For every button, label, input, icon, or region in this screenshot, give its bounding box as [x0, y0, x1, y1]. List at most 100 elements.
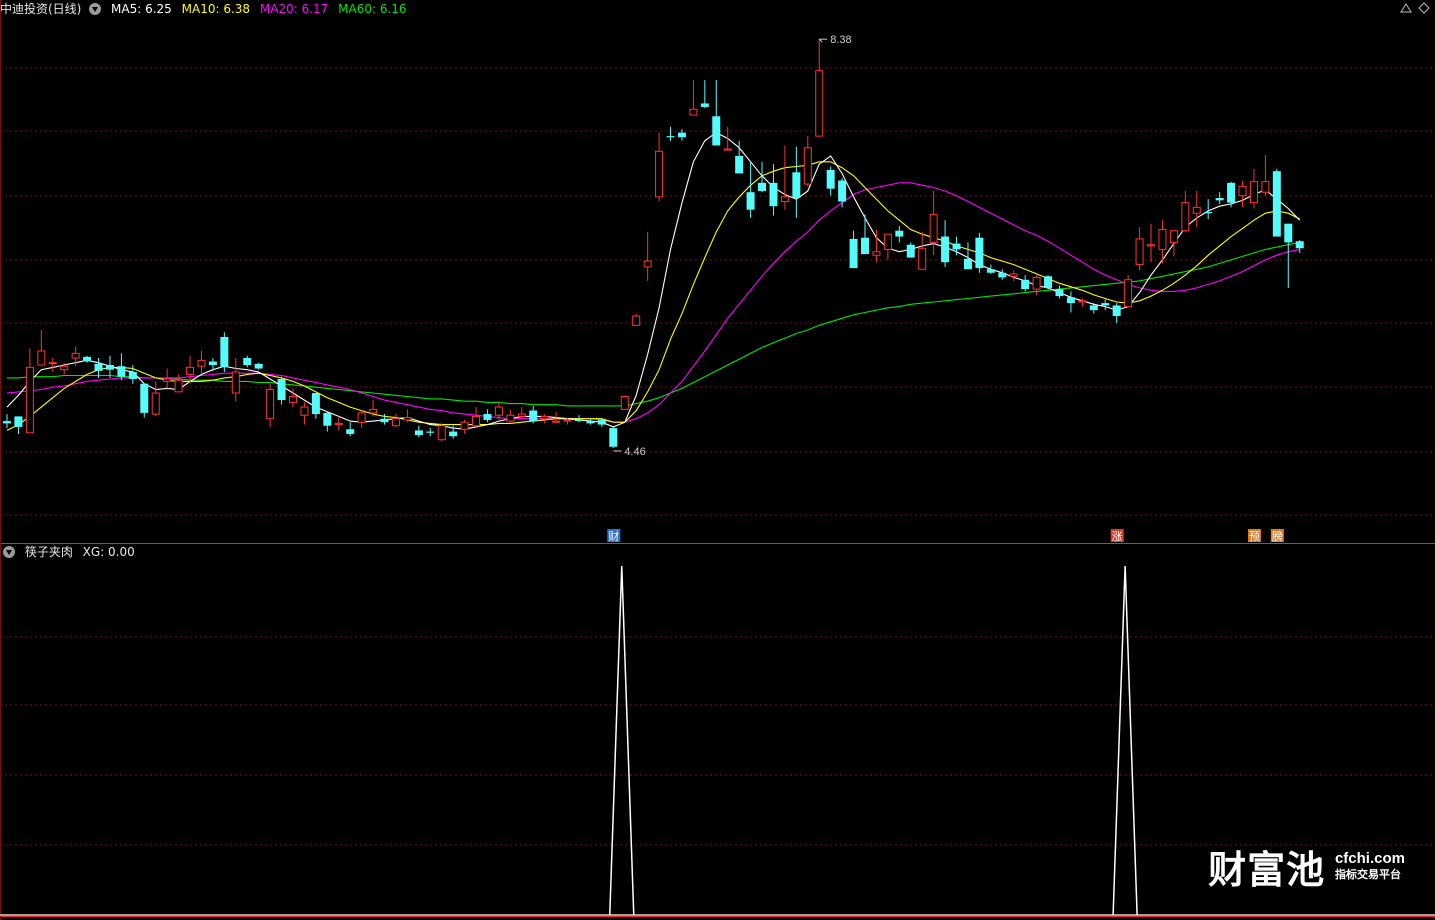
candle: [998, 269, 1007, 280]
candle-body: [586, 421, 595, 424]
candle-body: [174, 379, 183, 393]
stock-chart[interactable]: 8.38 4.46 财 涨 预膀: [0, 0, 1435, 920]
candle-body: [1238, 185, 1247, 197]
candle: [506, 409, 515, 424]
candle: [655, 132, 664, 202]
candle: [243, 355, 252, 368]
candle: [391, 414, 400, 427]
candle-body: [998, 272, 1007, 278]
xg-signal-spike: [609, 565, 635, 916]
diamond-icon[interactable]: [1418, 2, 1430, 14]
candle: [586, 418, 595, 425]
candle-body: [918, 247, 927, 270]
candle: [105, 355, 114, 378]
candle: [1147, 223, 1155, 263]
candle-body: [186, 366, 195, 375]
candle: [1261, 154, 1270, 196]
candle-body: [334, 422, 343, 426]
candle-body: [941, 236, 950, 263]
candle-body: [105, 365, 114, 370]
candle: [883, 233, 892, 260]
candle-body: [963, 258, 972, 270]
candle-body: [1009, 273, 1018, 277]
candle: [220, 332, 229, 373]
candle-body: [1192, 206, 1201, 214]
candle-body: [975, 237, 984, 269]
candle: [3, 414, 11, 429]
candle: [151, 381, 160, 417]
candle-body: [666, 136, 675, 138]
indicator-title: 筷子夹肉: [24, 545, 73, 559]
candle-body: [563, 419, 572, 422]
stock-title: 中迪投资(日线): [0, 2, 82, 16]
candle-body: [60, 365, 69, 371]
candle: [1169, 230, 1178, 257]
candle-body: [895, 230, 904, 237]
candle-body: [311, 393, 320, 415]
candle-body: [1215, 198, 1224, 201]
candle: [540, 414, 549, 424]
candle: [952, 236, 961, 256]
candle-body: [128, 372, 137, 380]
candle-body: [906, 244, 915, 258]
candle-body: [1135, 238, 1144, 266]
candle-body: [1044, 276, 1053, 288]
candle-body: [163, 378, 172, 382]
candle: [666, 126, 675, 141]
candle-body: [575, 419, 583, 422]
candle: [48, 358, 57, 373]
candle: [1066, 291, 1075, 313]
candle-body: [1112, 305, 1121, 316]
candle-body: [1021, 279, 1030, 290]
candle-body: [758, 182, 767, 192]
candle-body: [803, 147, 812, 185]
candle: [1044, 275, 1053, 290]
candle-body: [792, 172, 801, 199]
candle-body: [117, 366, 126, 377]
candle-body: [712, 116, 721, 146]
candle: [94, 358, 103, 378]
dropdown-icon[interactable]: [89, 3, 102, 15]
candle-body: [220, 336, 229, 368]
candle-body: [1101, 303, 1110, 306]
candle-body: [826, 169, 835, 189]
candle: [758, 161, 767, 193]
candle: [323, 411, 332, 432]
candle-body: [838, 180, 847, 202]
candle: [620, 395, 629, 410]
candle: [986, 264, 995, 274]
candle-body: [746, 192, 755, 210]
candle: [1135, 227, 1144, 271]
candle-body: [25, 366, 34, 434]
price-panel-header: 中迪投资(日线) MA5: 6.25 MA10: 6.38 MA20: 6.17…: [0, 1, 413, 17]
event-markers[interactable]: 财 涨 预膀: [607, 529, 1284, 543]
candle-body: [849, 238, 858, 269]
candle-body: [986, 269, 995, 273]
candle: [231, 358, 240, 402]
candle-body: [1227, 182, 1236, 203]
candle: [1284, 223, 1293, 288]
ma10-line: [6, 161, 1300, 431]
candle: [1009, 270, 1018, 281]
dropdown-icon[interactable]: [3, 546, 15, 558]
candle-body: [277, 379, 286, 401]
candle-body: [597, 419, 606, 425]
candle: [700, 80, 709, 109]
candle-body: [414, 430, 423, 436]
candle-body: [655, 150, 664, 198]
candle-body: [1295, 241, 1304, 249]
collapse-up-icon[interactable]: [1400, 2, 1412, 14]
candle: [1181, 191, 1190, 232]
candle-body: [300, 406, 309, 416]
candle-body: [231, 371, 240, 394]
watermark-tagline: 指标交易平台: [1334, 867, 1401, 881]
candle: [254, 362, 263, 370]
candle-body: [552, 420, 561, 423]
candle-body: [243, 358, 252, 366]
candle: [689, 80, 698, 116]
candle: [197, 351, 206, 374]
candle-body: [266, 389, 275, 420]
candle: [849, 230, 858, 269]
candle-body: [677, 132, 686, 138]
candle: [1055, 285, 1064, 299]
